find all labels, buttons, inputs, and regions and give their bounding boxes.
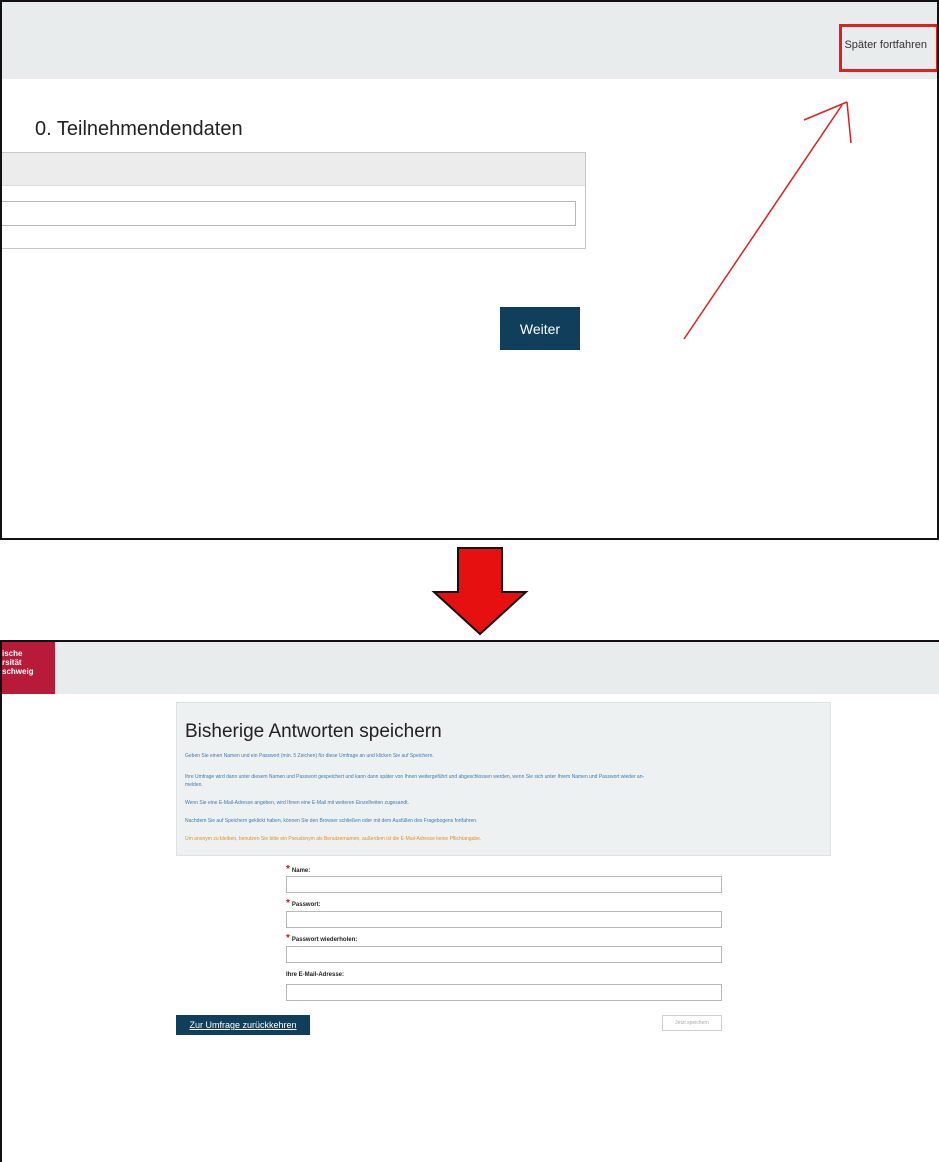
down-arrow-icon bbox=[431, 547, 529, 636]
name-input[interactable] bbox=[286, 876, 722, 893]
password-label: * Passwort: bbox=[286, 898, 321, 909]
info-box: Bisherige Antworten speichern Geben Sie … bbox=[176, 702, 831, 856]
save-title: Bisherige Antworten speichern bbox=[185, 721, 442, 742]
info-line: Wenn Sie eine E-Mail-Adresse angeben, wi… bbox=[185, 800, 409, 806]
password-input[interactable] bbox=[286, 911, 722, 928]
info-line: Ihre Umfrage wird dann unter diesem Name… bbox=[185, 774, 645, 780]
save-now-button[interactable]: Jetzt speichern bbox=[662, 1015, 722, 1031]
password-repeat-input[interactable] bbox=[286, 946, 722, 963]
screenshot-survey-page: Später fortfahren 0. Teilnehmendendaten … bbox=[0, 0, 939, 540]
email-label: Ihre E-Mail-Adresse: bbox=[286, 972, 345, 978]
info-line: melden. bbox=[185, 782, 203, 788]
annotation-arrow-icon bbox=[683, 101, 852, 340]
info-line: Geben Sie einen Namen und ein Passwort (… bbox=[185, 753, 434, 759]
header-bar bbox=[2, 642, 939, 694]
info-line: Nachdem Sie auf Speichern geklickt haben… bbox=[185, 818, 478, 824]
password-repeat-label: * Passwort wiederholen: bbox=[286, 933, 358, 944]
screenshot-save-page: ische rsität schweig Bisherige Antworten… bbox=[0, 640, 939, 1162]
back-to-survey-button[interactable]: Zur Umfrage zurückkehren bbox=[176, 1015, 310, 1035]
email-input[interactable] bbox=[286, 984, 722, 1001]
info-note: Um anonym zu bleiben, benutzen Sie bitte… bbox=[185, 836, 482, 842]
name-label: * Name: bbox=[286, 864, 311, 875]
university-logo: ische rsität schweig bbox=[2, 642, 55, 694]
